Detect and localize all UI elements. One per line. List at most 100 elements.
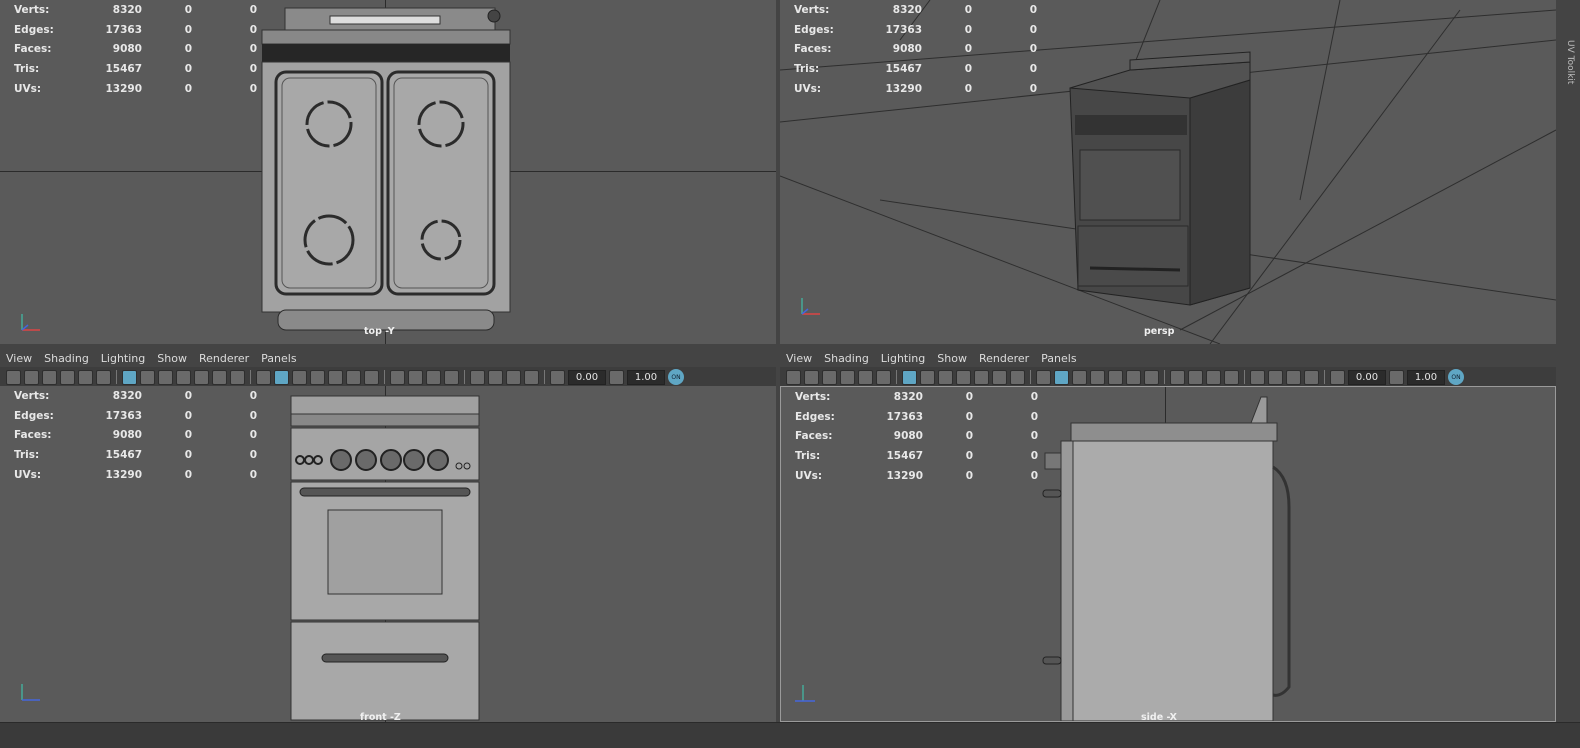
pencil-icon[interactable] [78,369,93,385]
xray-active-icon[interactable] [506,369,521,385]
grid-toggle-icon[interactable] [902,369,917,385]
camera-select-icon[interactable] [6,369,21,385]
textured-icon[interactable] [1108,369,1123,385]
camera-select-icon[interactable] [786,369,801,385]
xray-icon[interactable] [488,369,503,385]
xray-joints-icon[interactable] [1304,369,1319,385]
xray-joints-icon[interactable] [524,369,539,385]
grease-pencil-icon[interactable] [96,369,111,385]
image-plane-icon[interactable] [840,369,855,385]
grease-pencil-icon[interactable] [876,369,891,385]
antialiasing-icon[interactable] [1206,369,1221,385]
pencil-icon[interactable] [858,369,873,385]
hud-label: Verts: [14,3,50,16]
default-material-icon[interactable] [1072,369,1087,385]
hud-value: 0 [1029,83,1037,96]
image-plane-icon[interactable] [60,369,75,385]
menu-show[interactable]: Show [931,352,973,365]
xray-icon[interactable] [1268,369,1283,385]
menu-renderer[interactable]: Renderer [193,352,255,365]
depth-of-field-icon[interactable] [1224,369,1239,385]
timeline-bar[interactable] [0,722,1580,748]
menu-panels[interactable]: Panels [1035,352,1082,365]
menu-shading[interactable]: Shading [818,352,875,365]
color-management-toggle[interactable]: ON [1448,369,1464,385]
safe-action-icon[interactable] [212,369,227,385]
smooth-shade-icon[interactable] [1054,369,1069,385]
smooth-shade-icon[interactable] [274,369,289,385]
shadows-icon[interactable] [1144,369,1159,385]
safe-title-icon[interactable] [1010,369,1025,385]
viewport-persp[interactable]: Verts: 8320 0 0 Edges: 17363 0 0 Faces: 9080 0 0 … [780,0,1556,344]
hud-value: 0 [184,23,192,36]
uv-toolkit-tab[interactable]: UV Toolkit [1559,40,1575,100]
gamma-field[interactable]: 1.00 [627,369,665,385]
gamma-icon[interactable] [609,369,624,385]
xray-active-icon[interactable] [1286,369,1301,385]
wireframe-icon[interactable] [256,369,271,385]
hud-row-tris: Tris: 15467 0 0 [795,446,1038,466]
color-management-toggle[interactable]: ON [668,369,684,385]
antialiasing-icon[interactable] [426,369,441,385]
exposure-field[interactable]: 0.00 [1348,369,1386,385]
hud-label: Verts: [794,3,830,16]
shadows-icon[interactable] [364,369,379,385]
textured-icon[interactable] [328,369,343,385]
hud-value: 15467 [885,63,922,76]
field-chart-icon[interactable] [194,369,209,385]
toolbar-separator [464,370,465,384]
menu-view[interactable]: View [780,352,818,365]
menu-lighting[interactable]: Lighting [95,352,151,365]
wireframe-icon[interactable] [1036,369,1051,385]
gate-mask-icon[interactable] [956,369,971,385]
wireframe-on-shaded-icon[interactable] [310,369,325,385]
field-chart-icon[interactable] [974,369,989,385]
gamma-field[interactable]: 1.00 [1407,369,1445,385]
menu-renderer[interactable]: Renderer [973,352,1035,365]
viewport-top[interactable]: Verts: 8320 0 0 Edges: 17363 0 0 Faces: 9080 0 0 … [0,0,776,344]
grid-toggle-icon[interactable] [122,369,137,385]
axis-gizmo-icon [21,314,40,331]
viewport-front[interactable]: Verts: 8320 0 0 Edges: 17363 0 0 Faces: 9080 0 0 … [0,386,776,722]
panel-toolbar-front: 0.00 1.00 ON [0,367,776,387]
hud-row-edges: Edges: 17363 0 0 [794,20,1037,40]
safe-action-icon[interactable] [992,369,1007,385]
hud-label: Edges: [14,409,54,422]
film-gate-icon[interactable] [920,369,935,385]
hud-row-tris: Tris: 15467 0 0 [794,59,1037,79]
menu-show[interactable]: Show [151,352,193,365]
ambient-occlusion-icon[interactable] [1170,369,1185,385]
bookmark-icon[interactable] [822,369,837,385]
depth-of-field-icon[interactable] [444,369,459,385]
gamma-icon[interactable] [1389,369,1404,385]
wireframe-on-shaded-icon[interactable] [1090,369,1105,385]
viewport-side[interactable]: Verts: 8320 0 0 Edges: 17363 0 0 Faces: 9080 0 0 … [780,386,1556,722]
hud-label: Edges: [14,23,54,36]
isolate-select-icon[interactable] [470,369,485,385]
exposure-field[interactable]: 0.00 [568,369,606,385]
hud-value: 8320 [112,3,142,16]
isolate-select-icon[interactable] [1250,369,1265,385]
resolution-gate-icon[interactable] [938,369,953,385]
poly-count-hud: Verts: 8320 0 0 Edges: 17363 0 0 Faces: 9080 0 0 … [14,386,257,485]
hud-row-edges: Edges: 17363 0 0 [795,407,1038,427]
camera-attributes-icon[interactable] [804,369,819,385]
motion-blur-icon[interactable] [1188,369,1203,385]
resolution-gate-icon[interactable] [158,369,173,385]
gate-mask-icon[interactable] [176,369,191,385]
safe-title-icon[interactable] [230,369,245,385]
menu-view[interactable]: View [0,352,38,365]
camera-attributes-icon[interactable] [24,369,39,385]
menu-shading[interactable]: Shading [38,352,95,365]
lights-icon[interactable] [346,369,361,385]
motion-blur-icon[interactable] [408,369,423,385]
film-gate-icon[interactable] [140,369,155,385]
menu-panels[interactable]: Panels [255,352,302,365]
menu-lighting[interactable]: Lighting [875,352,931,365]
ambient-occlusion-icon[interactable] [390,369,405,385]
lights-icon[interactable] [1126,369,1141,385]
exposure-icon[interactable] [550,369,565,385]
bookmark-icon[interactable] [42,369,57,385]
exposure-icon[interactable] [1330,369,1345,385]
default-material-icon[interactable] [292,369,307,385]
